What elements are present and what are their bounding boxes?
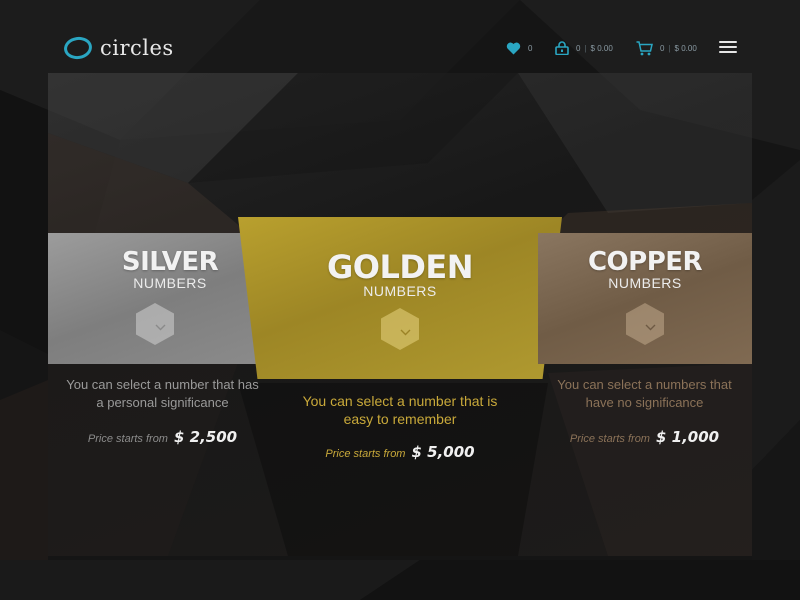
logo-ring-icon [62, 35, 94, 61]
cart-link[interactable]: 0 | $ 0.00 [636, 39, 697, 57]
copper-price-value: $ 1,000 [655, 428, 720, 446]
silver-title: SILVER [121, 247, 219, 277]
silver-subtitle: NUMBERS [133, 275, 207, 291]
silver-description: You can select a number that has a perso… [66, 377, 259, 410]
cart-count: 0 [660, 43, 665, 53]
wishlist-count: 0 [528, 43, 533, 53]
golden-expand-button[interactable] [381, 308, 419, 350]
logo[interactable]: circles [62, 34, 174, 62]
copper-price-label: Price starts from [569, 433, 650, 445]
golden-title: GOLDEN [326, 248, 474, 286]
silver-price: Price starts from $ 2,500 [48, 428, 277, 446]
lock-icon [555, 41, 569, 55]
copper-subtitle: NUMBERS [608, 275, 682, 291]
golden-price-label: Price starts from [325, 448, 406, 460]
separator: | [668, 43, 671, 53]
logo-text: circles [100, 36, 174, 60]
copper-expand-button[interactable] [626, 303, 664, 345]
golden-price: Price starts from $ 5,000 [270, 443, 530, 461]
lock-amount: $ 0.00 [590, 43, 613, 53]
lock-count: 0 [576, 43, 581, 53]
golden-subtitle: NUMBERS [363, 283, 437, 299]
hamburger-menu-icon[interactable] [719, 41, 737, 54]
copper-title: COPPER [587, 247, 703, 277]
copper-description: You can select a numbers that have no si… [557, 377, 732, 410]
silver-expand-button[interactable] [136, 303, 174, 345]
cart-amount: $ 0.00 [674, 43, 697, 53]
lock-summary-link[interactable]: 0 | $ 0.00 [555, 39, 613, 57]
cart-icon [636, 40, 653, 56]
golden-description: You can select a number that is easy to … [302, 393, 498, 427]
silver-price-label: Price starts from [87, 433, 168, 445]
separator: | [584, 43, 587, 53]
copper-price: Price starts from $ 1,000 [537, 428, 752, 446]
wishlist-link[interactable]: 0 [506, 39, 532, 57]
silver-price-value: $ 2,500 [173, 428, 238, 446]
heart-icon [506, 42, 521, 55]
top-bar: circles 0 0 | $ 0.00 0 | $ 0.00 [0, 0, 800, 72]
golden-price-value: $ 5,000 [411, 443, 475, 461]
golden-card-banner[interactable]: GOLDEN NUMBERS [238, 217, 562, 379]
